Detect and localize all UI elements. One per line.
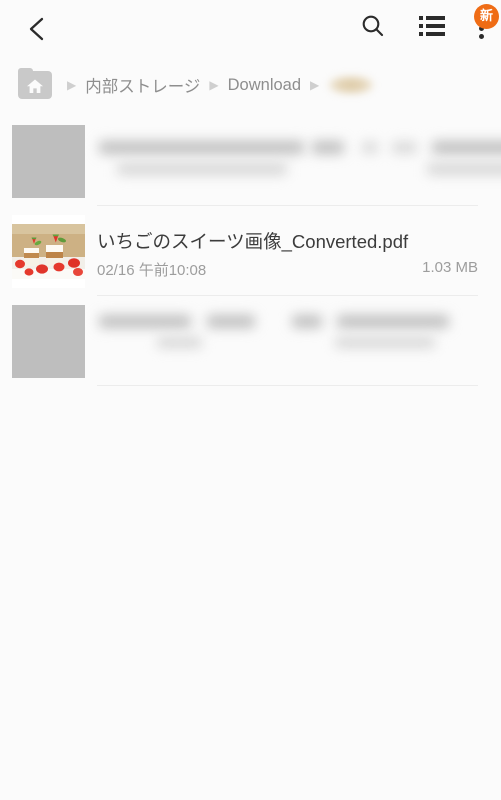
redacted-text <box>432 140 501 154</box>
redacted-text <box>392 141 417 153</box>
breadcrumb-separator: ▶ <box>209 78 219 92</box>
app-bar: 新 <box>0 0 501 57</box>
file-row-body <box>97 125 501 198</box>
breadcrumb-separator: ▶ <box>67 78 77 92</box>
file-name: いちごのスイーツ画像_Converted.pdf <box>97 230 409 252</box>
file-row-body <box>97 305 501 378</box>
row-divider <box>97 385 478 386</box>
table-row[interactable] <box>0 116 501 206</box>
thumbnail-placeholder <box>12 124 85 198</box>
thumbnail-placeholder <box>12 304 85 378</box>
redacted-text <box>99 314 191 328</box>
back-button[interactable] <box>14 6 60 52</box>
breadcrumb-home-button[interactable] <box>18 68 52 99</box>
file-size: 1.03 MB <box>422 258 478 276</box>
file-thumbnail <box>12 304 85 378</box>
redacted-text <box>362 141 378 153</box>
redacted-text <box>207 314 255 328</box>
breadcrumb-separator: ▶ <box>310 78 320 92</box>
overflow-menu-button[interactable]: 新 <box>461 4 501 52</box>
list-view-icon <box>419 14 445 43</box>
file-thumbnail <box>12 124 85 198</box>
app-bar-actions: 新 <box>349 4 501 52</box>
redacted-text <box>292 314 322 328</box>
strawberry-dessert-thumbnail <box>12 214 85 288</box>
breadcrumb: ▶ 内部ストレージ ▶ Download ▶ <box>0 57 501 113</box>
table-row[interactable] <box>0 296 501 386</box>
breadcrumb-item-download[interactable]: Download <box>228 76 301 95</box>
redacted-text <box>157 336 202 348</box>
redacted-text <box>335 336 435 348</box>
back-chevron-icon <box>27 15 47 43</box>
breadcrumb-item-internal-storage[interactable]: 内部ストレージ <box>85 73 200 97</box>
list-view-button[interactable] <box>408 4 456 52</box>
redacted-text <box>312 140 344 154</box>
file-date: 02/16 午前10:08 <box>97 261 207 279</box>
redacted-text <box>99 140 304 154</box>
search-icon <box>360 13 386 44</box>
file-thumbnail <box>12 214 85 288</box>
file-list: いちごのスイーツ画像_Converted.pdf 02/16 午前10:08 1… <box>0 116 501 386</box>
new-badge[interactable]: 新 <box>474 4 499 29</box>
breadcrumb-item-redacted[interactable] <box>328 75 375 95</box>
redacted-text <box>427 162 501 175</box>
redacted-text <box>117 162 287 175</box>
redacted-text <box>337 314 449 328</box>
search-button[interactable] <box>349 4 397 52</box>
table-row[interactable]: いちごのスイーツ画像_Converted.pdf 02/16 午前10:08 1… <box>0 206 501 296</box>
file-row-body: いちごのスイーツ画像_Converted.pdf 02/16 午前10:08 1… <box>97 215 501 288</box>
